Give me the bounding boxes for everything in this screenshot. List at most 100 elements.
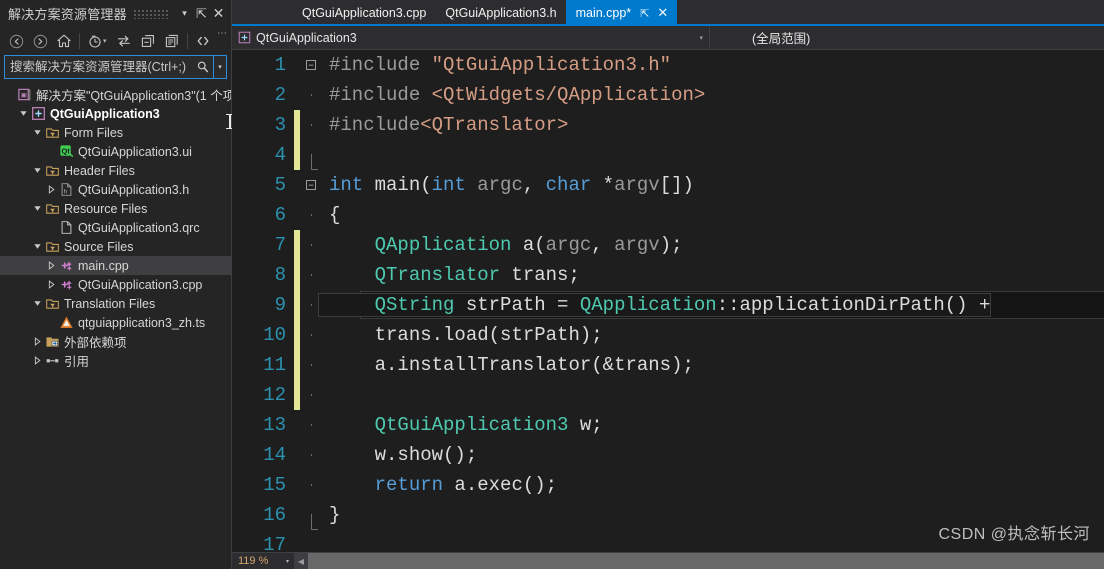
expander-expanded-icon[interactable]: [30, 204, 44, 213]
blank-file-icon: [58, 220, 75, 235]
tree-item-ts-file[interactable]: qtguiapplication3_zh.ts: [0, 313, 231, 332]
expander-expanded-icon[interactable]: [16, 109, 30, 118]
zoom-level-control[interactable]: 119 % ▾: [232, 552, 294, 569]
tree-item-qrc-file[interactable]: QtGuiApplication3.qrc: [0, 218, 231, 237]
fold-collapse-icon[interactable]: −: [303, 180, 319, 190]
code-line-8[interactable]: 8 QTranslator trans;: [232, 260, 1104, 290]
code-line-11[interactable]: 11 a.installTranslator(&trans);: [232, 350, 1104, 380]
line-number: 17: [263, 534, 286, 552]
forward-icon[interactable]: [28, 30, 52, 52]
code-line-5[interactable]: 5 − int main(int argc, char *argv[]): [232, 170, 1104, 200]
code-line-16[interactable]: 16}: [232, 500, 1104, 530]
home-icon[interactable]: [52, 30, 76, 52]
pin-icon[interactable]: ⇱: [193, 4, 210, 24]
expander-collapsed-icon[interactable]: [44, 280, 58, 289]
line-number: 14: [263, 444, 286, 466]
expander-expanded-icon[interactable]: [30, 128, 44, 137]
solution-tree: ▣ 解决方案"QtGuiApplication3"(1 个项 QtGuiApplic…: [0, 83, 231, 370]
show-all-files-icon[interactable]: [191, 30, 215, 52]
tree-item-label: QtGuiApplication3.h: [78, 182, 190, 197]
tree-item-source-files[interactable]: Source Files: [0, 237, 231, 256]
code-text: {: [329, 204, 341, 226]
tab-close-icon[interactable]: ✕: [657, 5, 668, 21]
tree-item-header-files[interactable]: Header Files: [0, 161, 231, 180]
collapse-all-icon[interactable]: [136, 30, 160, 52]
navbar-scope-dropdown[interactable]: (全局范围): [710, 26, 1104, 49]
tree-item-label: 外部依赖项: [64, 336, 127, 350]
code-line-1[interactable]: 1 − #include "QtGuiApplication3.h": [232, 50, 1104, 80]
editor-tab-1[interactable]: QtGuiApplication3.h: [435, 0, 565, 26]
code-line-12[interactable]: 12: [232, 380, 1104, 410]
code-line-9[interactable]: 9 QString strPath = QApplication::applic…: [232, 290, 1104, 320]
code-line-15[interactable]: 15 return a.exec();: [232, 470, 1104, 500]
code-line-3[interactable]: 3 #include<QTranslator>: [232, 110, 1104, 140]
tree-item-solution[interactable]: ▣ 解决方案"QtGuiApplication3"(1 个项: [0, 85, 231, 104]
search-icon[interactable]: [193, 56, 213, 78]
change-marker-none: [294, 410, 300, 440]
tree-item-label: QtGuiApplication3.cpp: [78, 277, 203, 292]
expander-expanded-icon[interactable]: [30, 299, 44, 308]
code-editor[interactable]: 1− #include "QtGuiApplication3.h" 2 #includ…: [232, 50, 1104, 552]
toolbar-overflow-icon[interactable]: ⋯: [215, 27, 229, 39]
search-options-chevron-icon[interactable]: ▾: [213, 56, 226, 78]
expander-collapsed-icon[interactable]: [30, 356, 44, 365]
code-line-14[interactable]: 14 w.show();: [232, 440, 1104, 470]
change-marker-none: [294, 440, 300, 470]
tree-item-external-deps[interactable]: 外部依赖项: [0, 332, 231, 351]
tab-pin-icon[interactable]: ⇱: [640, 7, 649, 20]
chevron-down-icon[interactable]: ▾: [176, 4, 193, 24]
chevron-down-icon[interactable]: ▾: [286, 558, 289, 565]
change-marker-modified: [294, 230, 300, 260]
sync-with-active-document-icon[interactable]: [112, 30, 136, 52]
back-icon[interactable]: [4, 30, 28, 52]
fold-collapse-icon[interactable]: −: [303, 60, 319, 70]
references-icon: [44, 353, 61, 368]
tree-item-app-cpp[interactable]: QtGuiApplication3.cpp: [0, 275, 231, 294]
expander-collapsed-icon[interactable]: [44, 185, 58, 194]
editor-tab-label: main.cpp*: [575, 6, 632, 20]
expander-expanded-icon[interactable]: [30, 242, 44, 251]
expander-expanded-icon[interactable]: [30, 166, 44, 175]
tree-item-project[interactable]: QtGuiApplication3: [0, 104, 231, 123]
search-input[interactable]: [5, 56, 193, 78]
scroll-left-button[interactable]: ◀: [294, 552, 308, 569]
code-text: }: [329, 504, 341, 526]
editor-status-bar: 119 % ▾ ◀: [232, 552, 1104, 569]
close-icon[interactable]: ✕: [210, 4, 227, 24]
tree-item-main-cpp[interactable]: main.cpp: [0, 256, 231, 275]
expander-collapsed-icon[interactable]: [30, 337, 44, 346]
code-text: #include <QtWidgets/QApplication>: [329, 84, 706, 106]
tree-item-translation[interactable]: Translation Files: [0, 294, 231, 313]
code-line-17[interactable]: 17: [232, 530, 1104, 552]
tree-item-references[interactable]: 引用: [0, 351, 231, 370]
project-icon: [30, 106, 47, 121]
tree-item-resource-files[interactable]: Resource Files: [0, 199, 231, 218]
editor-tab-label: QtGuiApplication3.h: [445, 6, 557, 20]
code-line-10[interactable]: 10 trans.load(strPath);: [232, 320, 1104, 350]
solution-explorer-search[interactable]: ▾: [4, 55, 227, 79]
tree-item-label: QtGuiApplication3.ui: [78, 144, 192, 159]
properties-icon[interactable]: [160, 30, 184, 52]
chevron-down-icon[interactable]: ▾: [699, 34, 703, 42]
cpp-file-icon: [58, 258, 75, 273]
code-line-7[interactable]: 7 QApplication a(argc, argv);: [232, 230, 1104, 260]
code-text: QtGuiApplication3 w;: [374, 414, 603, 436]
tree-item-header-file[interactable]: h QtGuiApplication3.h: [0, 180, 231, 199]
horizontal-scrollbar-thumb[interactable]: [308, 552, 1104, 569]
code-line-13[interactable]: 13 QtGuiApplication3 w;: [232, 410, 1104, 440]
code-line-2[interactable]: 2 #include <QtWidgets/QApplication>: [232, 80, 1104, 110]
horizontal-scrollbar-track[interactable]: [308, 552, 1104, 569]
navbar-project-dropdown[interactable]: QtGuiApplication3 ▾: [232, 26, 710, 49]
line-number: 15: [263, 474, 286, 496]
expander-collapsed-icon[interactable]: [44, 261, 58, 270]
tree-item-form-files[interactable]: Form Files: [0, 123, 231, 142]
code-line-4[interactable]: 4: [232, 140, 1104, 170]
tree-item-ui-file[interactable]: Qt QtGuiApplication3.ui: [0, 142, 231, 161]
change-marker-modified: [294, 380, 300, 410]
editor-tab-2[interactable]: QtGuiApplication3.cpp: [292, 0, 435, 26]
chevron-down-icon[interactable]: ▾: [103, 37, 112, 45]
change-marker-none: [294, 470, 300, 500]
tree-item-label: QtGuiApplication3.qrc: [78, 220, 200, 235]
code-line-6[interactable]: 6{: [232, 200, 1104, 230]
editor-tab-0[interactable]: main.cpp* ⇱ ✕: [565, 0, 678, 26]
